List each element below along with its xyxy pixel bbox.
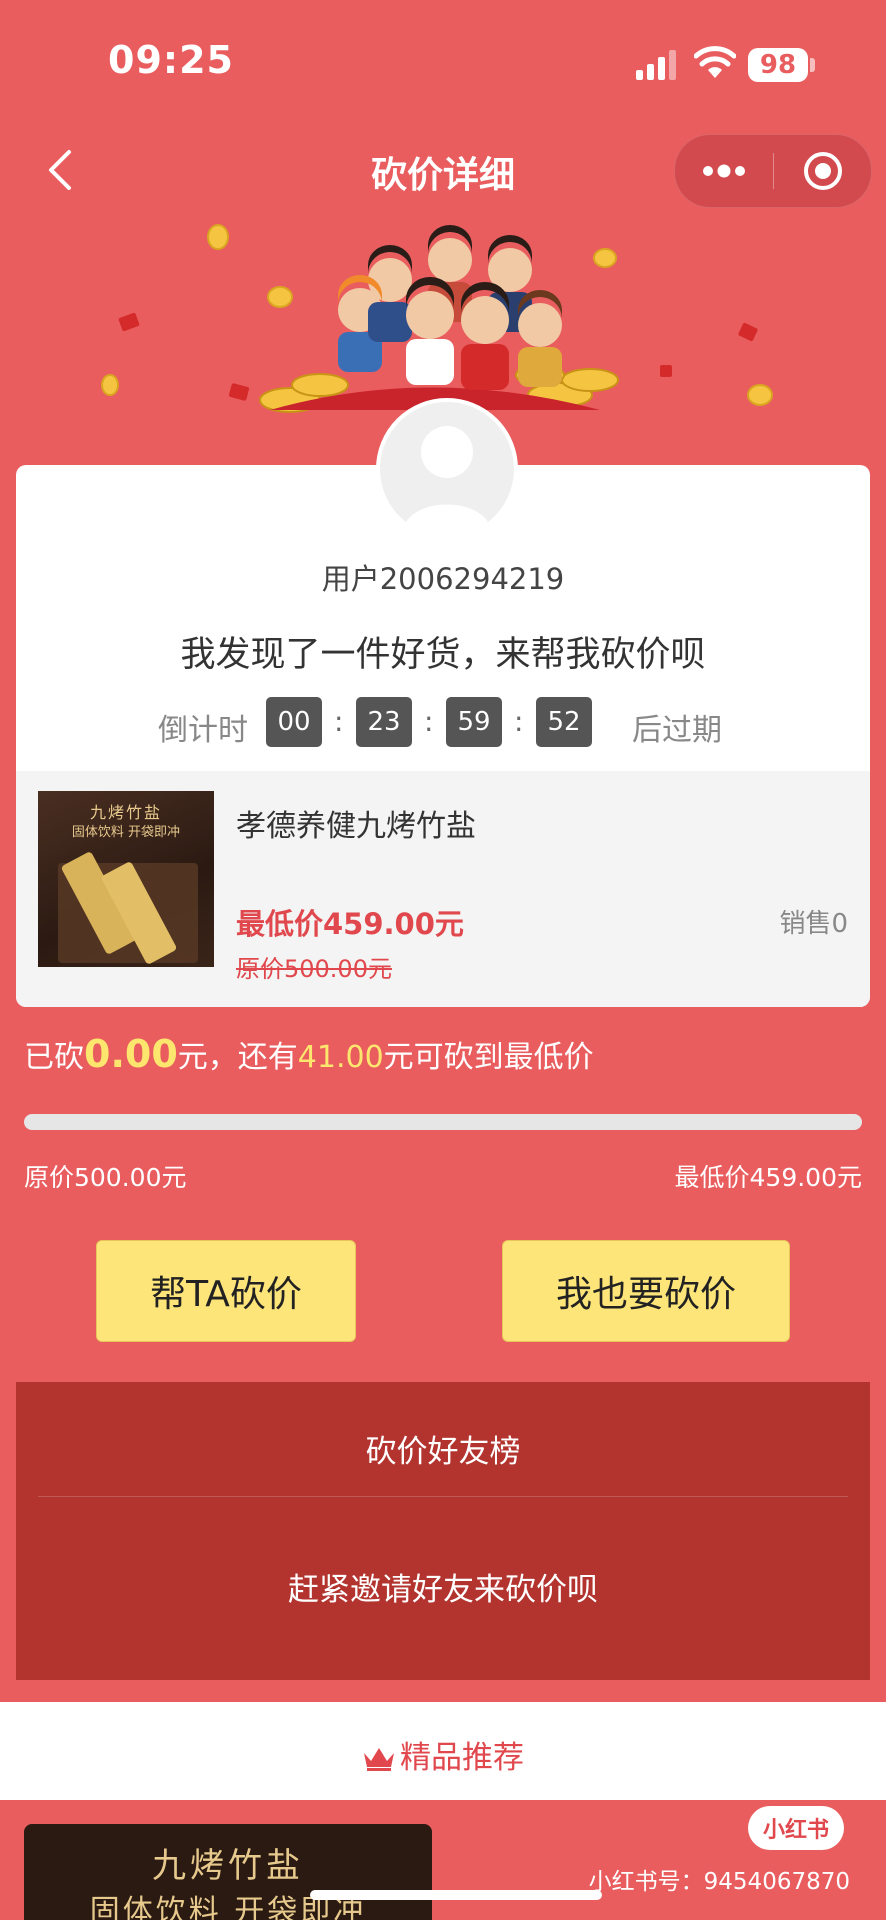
help-bargain-button[interactable]: 帮TA砍价 bbox=[96, 1240, 356, 1342]
product-min-price: 最低价459.00元 bbox=[236, 907, 464, 941]
bargain-status-pre: 已砍 bbox=[24, 1040, 84, 1075]
bargain-progress-bar bbox=[24, 1114, 862, 1130]
bargain-status-post: 元可砍到最低价 bbox=[383, 1040, 594, 1075]
countdown-separator: : bbox=[334, 705, 344, 738]
close-miniprogram-button[interactable] bbox=[774, 135, 871, 207]
status-bar: 09:25 98 bbox=[0, 0, 886, 130]
crown-icon bbox=[364, 1748, 394, 1771]
avatar bbox=[376, 398, 518, 540]
product-image-title: 九烤竹盐 bbox=[89, 803, 162, 822]
countdown-seconds: 59 bbox=[446, 697, 502, 747]
product-original-price: 原价500.00元 bbox=[236, 955, 392, 983]
wifi-icon bbox=[694, 46, 736, 78]
leaderboard-title: 砍价好友榜 bbox=[365, 1434, 521, 1470]
product-image-subtitle: 固体饮料 开袋即冲 bbox=[71, 825, 181, 840]
progress-start-price: 原价500.00元 bbox=[24, 1163, 187, 1192]
status-time: 09:25 bbox=[108, 38, 234, 82]
more-button[interactable] bbox=[675, 135, 773, 207]
friend-leaderboard: 砍价好友榜 赶紧邀请好友来砍价呗 bbox=[16, 1382, 870, 1680]
battery-tip bbox=[810, 58, 815, 72]
home-indicator[interactable] bbox=[310, 1890, 602, 1900]
countdown-separator: : bbox=[514, 705, 524, 738]
product-image: 九烤竹盐 固体饮料 开袋即冲 bbox=[38, 791, 214, 967]
countdown-centiseconds: 52 bbox=[536, 697, 592, 747]
miniprogram-capsule bbox=[674, 134, 872, 208]
invite-message: 我发现了一件好货，来帮我砍价呗 bbox=[180, 635, 706, 675]
countdown-hours: 00 bbox=[266, 697, 322, 747]
recommend-title-text: 精品推荐 bbox=[400, 1740, 524, 1776]
recommend-product-card[interactable]: 九烤竹盐 固体饮料 开袋即冲 bbox=[24, 1824, 432, 1920]
recommend-title: 精品推荐 bbox=[0, 1732, 886, 1777]
product-sales: 销售0 bbox=[779, 909, 848, 939]
countdown-timer: 倒计时 00 : 23 : 59 : 52 后过期 bbox=[16, 697, 870, 749]
bargain-cut-amount: 0.00 bbox=[84, 1032, 178, 1076]
bargain-status-mid: 元，还有 bbox=[177, 1040, 298, 1075]
default-avatar-icon bbox=[402, 426, 492, 536]
countdown-separator: : bbox=[424, 705, 434, 738]
recommend-product-title: 九烤竹盐 bbox=[152, 1846, 304, 1886]
bargain-remaining-amount: 41.00 bbox=[297, 1040, 384, 1075]
cellular-signal-icon bbox=[636, 50, 676, 80]
progress-end-price: 最低价459.00元 bbox=[674, 1163, 862, 1192]
xiaohongshu-logo: 小红书 bbox=[748, 1806, 844, 1850]
celebration-banner-illustration bbox=[101, 224, 773, 413]
countdown-suffix: 后过期 bbox=[632, 713, 722, 748]
leaderboard-divider bbox=[38, 1496, 848, 1497]
product-name: 孝德养健九烤竹盐 bbox=[236, 809, 476, 844]
username: 用户2006294219 bbox=[321, 562, 565, 596]
recommend-header: 精品推荐 bbox=[0, 1702, 886, 1800]
more-dots-icon bbox=[703, 164, 745, 178]
start-my-bargain-button[interactable]: 我也要砍价 bbox=[502, 1240, 790, 1342]
bargain-status: 已砍0.00元，还有41.00元可砍到最低价 bbox=[24, 1032, 594, 1076]
countdown-minutes: 23 bbox=[356, 697, 412, 747]
product-row[interactable]: 九烤竹盐 固体饮料 开袋即冲 孝德养健九烤竹盐 最低价459.00元 原价500… bbox=[16, 771, 870, 1007]
leaderboard-empty-message: 赶紧邀请好友来砍价呗 bbox=[288, 1572, 598, 1608]
countdown-prefix: 倒计时 bbox=[158, 713, 248, 748]
xiaohongshu-id: 小红书号：9454067870 bbox=[588, 1869, 850, 1895]
battery-level: 98 bbox=[748, 48, 808, 82]
target-circle-icon bbox=[803, 152, 842, 190]
